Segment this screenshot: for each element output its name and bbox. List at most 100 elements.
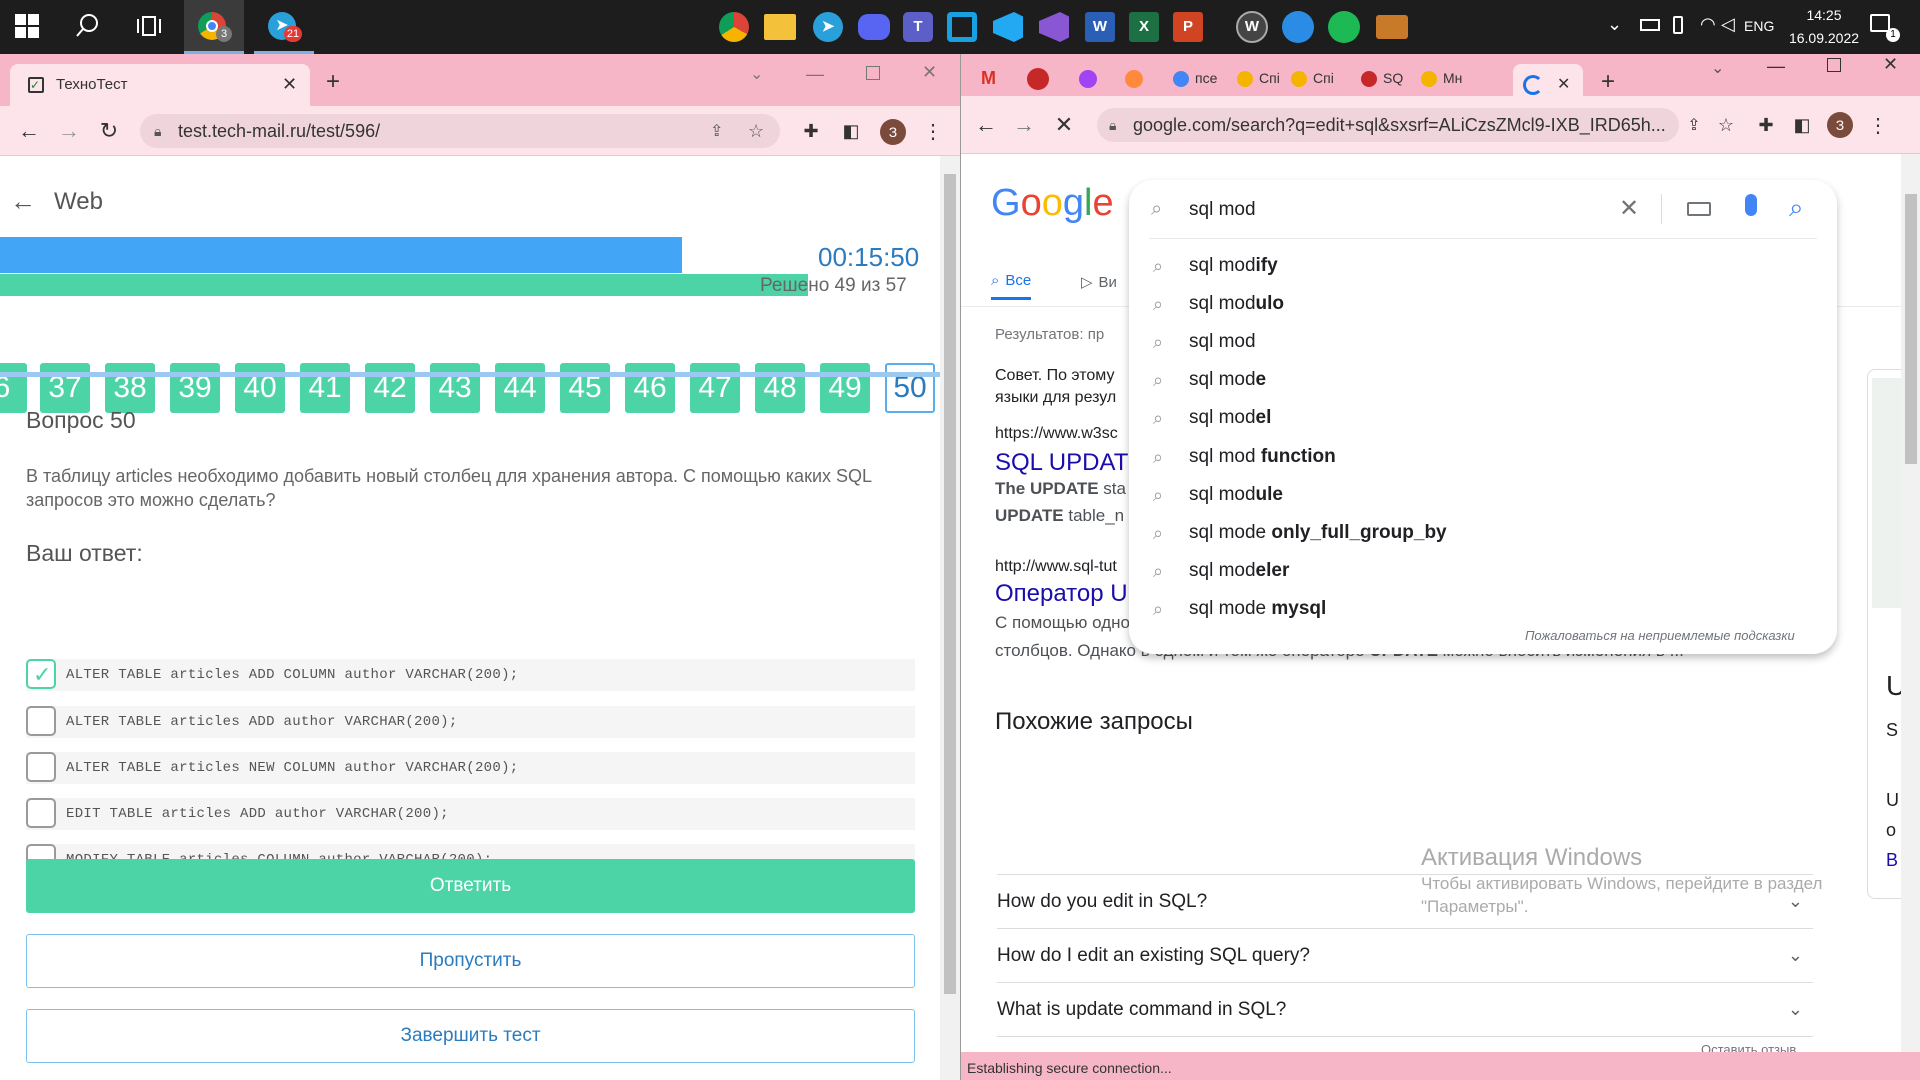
visual-studio-icon[interactable]	[1034, 7, 1074, 47]
side-panel-icon[interactable]: ◧	[836, 116, 866, 146]
tab-all[interactable]: ⌕ Все	[991, 264, 1032, 300]
right-scrollbar-thumb[interactable]	[1905, 194, 1917, 464]
answer-option[interactable]: ALTER TABLE articles NEW COLUMN author V…	[26, 752, 915, 784]
menu-icon[interactable]: ⋮	[918, 116, 948, 146]
question-number-41[interactable]: 41	[300, 363, 350, 413]
share-icon[interactable]: ⇪	[1679, 110, 1709, 140]
stop-loading-button[interactable]: ✕	[1049, 110, 1079, 140]
side-panel-icon[interactable]: ◧	[1787, 110, 1817, 140]
browser-tab[interactable]: псе	[1173, 68, 1233, 92]
back-arrow-icon[interactable]: ←	[10, 186, 36, 217]
report-suggestions-link[interactable]: Пожаловаться на неприемлемые подсказки	[1525, 628, 1795, 643]
answer-option[interactable]: EDIT TABLE articles ADD author VARCHAR(2…	[26, 798, 915, 830]
search-icon[interactable]	[74, 12, 104, 42]
question-number-37[interactable]: 37	[40, 363, 90, 413]
search-suggestion[interactable]: ⌕ sql mode only_full_group_by	[1129, 514, 1837, 552]
question-number-43[interactable]: 43	[430, 363, 480, 413]
question-number-40[interactable]: 40	[235, 363, 285, 413]
taskbar-chrome-active[interactable]: 3	[184, 0, 244, 54]
result1-title[interactable]: SQL UPDAT	[995, 449, 1128, 477]
word-icon[interactable]: W	[1080, 7, 1120, 47]
minimize-button[interactable]: —	[806, 64, 824, 85]
finish-test-button[interactable]: Завершить тест	[26, 1009, 915, 1063]
question-number-46[interactable]: 46	[625, 363, 675, 413]
start-button[interactable]	[14, 13, 42, 41]
tab-close-icon[interactable]: ✕	[1557, 74, 1570, 94]
question-number-49[interactable]: 49	[820, 363, 870, 413]
question-number-45[interactable]: 45	[560, 363, 610, 413]
keyboard-icon[interactable]	[1687, 202, 1711, 216]
minimize-button[interactable]: —	[1767, 56, 1785, 77]
wot-icon[interactable]: W	[1232, 7, 1272, 47]
gmail-tab[interactable]: M	[981, 68, 1021, 94]
bookmark-star-icon[interactable]: ☆	[748, 121, 764, 142]
question-number-39[interactable]: 39	[170, 363, 220, 413]
question-number-44[interactable]: 44	[495, 363, 545, 413]
left-scrollbar[interactable]	[940, 156, 960, 1080]
search-suggestion[interactable]: ⌕ sql module	[1129, 476, 1837, 514]
bubbles-app-icon[interactable]	[1278, 7, 1318, 47]
address-bar[interactable]: 🔒︎ google.com/search?q=edit+sql&sxsrf=AL…	[1097, 108, 1679, 142]
maximize-button[interactable]	[866, 66, 880, 80]
browser-tab[interactable]: Спі	[1291, 68, 1351, 92]
task-view-icon[interactable]	[136, 13, 164, 41]
result2-url[interactable]: http://www.sql-tut	[995, 558, 1117, 576]
question-number-current[interactable]: 50	[885, 363, 935, 413]
tab-purple-icon[interactable]	[1079, 70, 1097, 88]
tab-orange-icon[interactable]	[1125, 70, 1143, 88]
snipping-icon[interactable]	[942, 7, 982, 47]
right-scrollbar[interactable]	[1901, 154, 1920, 1080]
tab-close-icon[interactable]: ✕	[282, 74, 297, 95]
close-window-button[interactable]: ✕	[1883, 54, 1898, 75]
telegram-pinned-icon[interactable]: ➤	[808, 7, 848, 47]
option-checkbox[interactable]: ✓	[26, 659, 56, 689]
submit-button[interactable]: Ответить	[26, 859, 915, 913]
teams-icon[interactable]: T	[898, 7, 938, 47]
volume-icon[interactable]: ◁	[1721, 14, 1735, 35]
share-icon[interactable]: ⇪	[710, 121, 723, 141]
bookmark-star-icon[interactable]: ☆	[1711, 110, 1741, 140]
vscode-icon[interactable]	[988, 7, 1028, 47]
clock-date[interactable]: 16.09.2022	[1778, 30, 1870, 46]
search-suggestion[interactable]: ⌕ sql mode mysql	[1129, 590, 1837, 628]
question-number-42[interactable]: 42	[365, 363, 415, 413]
storage-icon[interactable]	[1673, 16, 1683, 34]
close-window-button[interactable]: ✕	[922, 62, 937, 83]
extensions-icon[interactable]: ✚	[1751, 110, 1781, 140]
browser-tab[interactable]: SQ	[1361, 68, 1421, 92]
menu-icon[interactable]: ⋮	[1863, 110, 1893, 140]
tab-search-icon[interactable]: ⌄	[750, 64, 763, 84]
microphone-icon[interactable]	[1745, 194, 1757, 216]
skip-button[interactable]: Пропустить	[26, 934, 915, 988]
new-tab-button[interactable]: +	[1601, 68, 1615, 96]
search-suggestion[interactable]: ⌕ sql model	[1129, 399, 1837, 437]
chrome-pinned-icon[interactable]	[714, 7, 754, 47]
back-button[interactable]: ←	[14, 116, 44, 146]
answer-option[interactable]: ALTER TABLE articles ADD author VARCHAR(…	[26, 706, 915, 738]
forward-button[interactable]: →	[54, 116, 84, 146]
question-number-6[interactable]: 6	[0, 363, 27, 413]
option-checkbox[interactable]	[26, 752, 56, 782]
clear-search-icon[interactable]: ✕	[1619, 194, 1639, 223]
search-suggestion[interactable]: ⌕ sql modeler	[1129, 552, 1837, 590]
search-suggestion[interactable]: ⌕ sql mod function	[1129, 438, 1837, 476]
reload-button[interactable]: ↻	[94, 116, 124, 146]
option-checkbox[interactable]	[26, 798, 56, 828]
language-indicator[interactable]: ENG	[1744, 18, 1774, 34]
tab-technotest[interactable]: ✓ ТехноТест ✕	[10, 64, 310, 106]
result1-url[interactable]: https://www.w3sc	[995, 425, 1118, 443]
forward-button[interactable]: →	[1009, 110, 1039, 140]
discord-icon[interactable]	[854, 7, 894, 47]
back-button[interactable]: ←	[971, 110, 1001, 140]
question-number-38[interactable]: 38	[105, 363, 155, 413]
browser-tab[interactable]: Спі	[1237, 68, 1297, 92]
answer-option[interactable]: ✓ ALTER TABLE articles ADD COLUMN author …	[26, 659, 915, 691]
briefcase-icon[interactable]	[1372, 7, 1412, 47]
question-number-48[interactable]: 48	[755, 363, 805, 413]
option-checkbox[interactable]	[26, 706, 56, 736]
profile-avatar[interactable]: З	[880, 119, 906, 145]
address-bar[interactable]: 🔒︎ test.tech-mail.ru/test/596/ ⇪ ☆	[140, 114, 780, 148]
search-input[interactable]	[1189, 190, 1589, 230]
tab-video[interactable]: ▷ Ви	[1081, 264, 1117, 300]
extensions-icon[interactable]: ✚	[796, 116, 826, 146]
